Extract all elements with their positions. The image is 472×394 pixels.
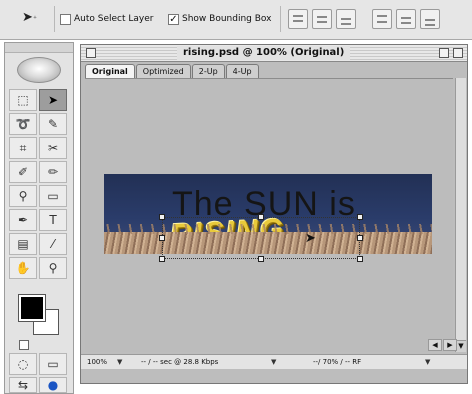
move-tool-icon[interactable]: ➤ [39, 89, 67, 111]
scroll-right-icon[interactable]: ▶ [443, 339, 457, 351]
brush-tool-icon[interactable]: ✐ [9, 161, 37, 183]
align-bottom-button[interactable] [336, 9, 356, 29]
align-left-button[interactable] [372, 9, 392, 29]
download-time-info: -- / -- sec @ 28.8 Kbps [141, 358, 219, 366]
standard-mode-icon[interactable]: ◌ [9, 353, 37, 375]
type-tool-icon[interactable]: T [39, 209, 67, 231]
bounding-handle-bc[interactable] [258, 256, 264, 262]
foreground-color-swatch[interactable] [18, 294, 46, 322]
bounding-handle-mr[interactable] [357, 235, 363, 241]
color-info: --/ 70% / -- RF [313, 358, 362, 366]
document-window: rising.psd @ 100% (Original) Original Op… [80, 44, 468, 384]
tab-2-up[interactable]: 2-Up [191, 64, 225, 78]
eye-logo-icon[interactable] [17, 57, 61, 83]
info-dropdown-icon[interactable]: ▼ [271, 355, 276, 369]
tab-optimized[interactable]: Optimized [135, 64, 191, 78]
align-hcenter-button[interactable] [396, 9, 416, 29]
collapse-box-icon[interactable] [453, 48, 463, 58]
show-bounding-box-label: Show Bounding Box [182, 14, 272, 24]
align-vcenter-button[interactable] [312, 9, 332, 29]
toolbox: ⬚ ➤ ➰ ✎ ⌗ ✂ ✐ ✏ ⚲ ▭ ✒ T ▤ ⁄ ✋ ⚲ ◌ ▭ ⇆ ● [4, 42, 74, 394]
eraser-tool-icon[interactable]: ▭ [39, 185, 67, 207]
marquee-tool-icon[interactable]: ⬚ [9, 89, 37, 111]
crop-tool-icon[interactable]: ⌗ [9, 137, 37, 159]
horizontal-scrollbar[interactable]: ◀ ▶ [85, 339, 466, 352]
stamp-tool-icon[interactable]: ⚲ [9, 185, 37, 207]
magic-wand-tool-icon[interactable]: ✎ [39, 113, 67, 135]
auto-select-layer-option[interactable]: Auto Select Layer [60, 12, 153, 26]
auto-select-layer-checkbox[interactable] [60, 13, 71, 25]
tab-4-up[interactable]: 4-Up [225, 64, 259, 78]
status-bar: 100% ▼ -- / -- sec @ 28.8 Kbps ▼ --/ 70%… [81, 354, 467, 369]
options-bar: ➤⁺ Auto Select Layer ✓ Show Bounding Box [0, 0, 472, 40]
zoom-level[interactable]: 100% [87, 355, 107, 369]
color-info-dropdown-icon[interactable]: ▼ [425, 355, 430, 369]
pen-tool-icon[interactable]: ✒ [9, 209, 37, 231]
bounding-handle-br[interactable] [357, 256, 363, 262]
screen-mode-icon[interactable]: ▭ [39, 353, 67, 375]
scroll-left-icon[interactable]: ◀ [428, 339, 442, 351]
bounding-handle-bl[interactable] [159, 256, 165, 262]
vertical-scrollbar[interactable]: ▼ [455, 78, 466, 352]
toolbox-titlebar[interactable] [5, 43, 73, 53]
separator [280, 6, 281, 32]
move-cursor-icon: ➤ [305, 231, 316, 246]
tab-original[interactable]: Original [85, 64, 135, 78]
bounding-box[interactable] [162, 217, 360, 259]
align-top-button[interactable] [288, 9, 308, 29]
hand-tool-icon[interactable]: ✋ [9, 257, 37, 279]
align-right-button[interactable] [420, 9, 440, 29]
imageready-icon[interactable]: ● [39, 377, 67, 393]
eyedropper-tool-icon[interactable]: ⁄ [39, 233, 67, 255]
close-icon[interactable] [86, 48, 96, 58]
separator [54, 6, 55, 32]
move-tool-icon[interactable]: ➤⁺ [22, 9, 48, 27]
document-title: rising.psd @ 100% (Original) [177, 46, 351, 60]
zoom-tool-icon[interactable]: ⚲ [39, 257, 67, 279]
default-colors-icon[interactable] [19, 340, 29, 350]
slice-tool-icon[interactable]: ✂ [39, 137, 67, 159]
zoom-dropdown-icon[interactable]: ▼ [117, 355, 122, 369]
canvas-area[interactable]: The SUN is RISING ➤ [85, 78, 453, 352]
bounding-handle-tr[interactable] [357, 214, 363, 220]
bounding-handle-tl[interactable] [159, 214, 165, 220]
lasso-tool-icon[interactable]: ➰ [9, 113, 37, 135]
bounding-handle-tc[interactable] [258, 214, 264, 220]
pencil-tool-icon[interactable]: ✏ [39, 161, 67, 183]
notes-tool-icon[interactable]: ▤ [9, 233, 37, 255]
auto-select-layer-label: Auto Select Layer [74, 14, 154, 24]
bounding-handle-ml[interactable] [159, 235, 165, 241]
show-bounding-box-checkbox[interactable]: ✓ [168, 13, 179, 25]
show-bounding-box-option[interactable]: ✓ Show Bounding Box [168, 12, 271, 26]
view-tabs: Original Optimized 2-Up 4-Up [85, 64, 259, 78]
zoom-box-icon[interactable] [439, 48, 449, 58]
document-titlebar[interactable]: rising.psd @ 100% (Original) [81, 45, 467, 62]
jump-to-imageready-icon[interactable]: ⇆ [9, 377, 37, 393]
